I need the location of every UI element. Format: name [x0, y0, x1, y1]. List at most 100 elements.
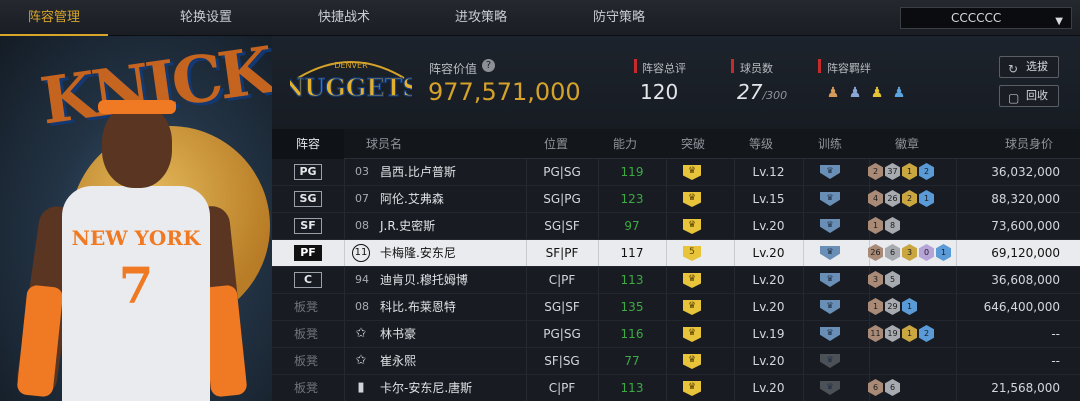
bond-icon-2[interactable]: ♟	[846, 84, 864, 102]
help-icon[interactable]: ?	[482, 59, 495, 72]
player-level: Lv.19	[752, 327, 785, 341]
player-position: SG|PG	[543, 192, 581, 206]
player-name[interactable]: 阿伦.艾弗森	[380, 186, 444, 212]
badge-hex-icon: 1	[919, 190, 934, 207]
slot-badge[interactable]: PG	[294, 164, 322, 180]
table-row[interactable]: PG 03 昌西.比卢普斯 PG|SG 119 ♛ Lv.12 ♛ 2 37 1 2 36,032,00…	[272, 159, 1080, 186]
column-divider	[666, 267, 667, 293]
table-row[interactable]: SF 08 J.R.史密斯 SG|SF 97 ♛ Lv.20 ♛ 1 8 73,600,000	[272, 213, 1080, 240]
breakthrough-crown-icon[interactable]: ♛	[683, 273, 701, 288]
badge-hex-icon: 3	[868, 271, 883, 288]
slot-badge[interactable]: PF	[294, 245, 322, 261]
slot-label: 板凳	[294, 354, 319, 368]
bond-icon-3[interactable]: ♟	[868, 84, 886, 102]
player-headband	[98, 100, 176, 114]
badge-hex-icon: 1	[902, 325, 917, 342]
column-divider	[344, 348, 345, 374]
training-icon[interactable]: ♛	[820, 327, 840, 341]
tab-offense-strategy[interactable]: 进攻策略	[441, 0, 521, 36]
player-name[interactable]: 卡尔-安东尼.唐斯	[380, 375, 472, 401]
player-salary: 646,400,000	[983, 300, 1060, 314]
training-icon[interactable]: ♛	[820, 192, 840, 206]
column-divider	[803, 375, 804, 401]
column-divider	[803, 240, 804, 266]
column-divider	[803, 267, 804, 293]
col-breakthrough: 突破	[680, 137, 705, 151]
bond-label: 阵容羁绊	[827, 62, 871, 75]
slot-label: 板凳	[294, 381, 319, 395]
app-window: 阵容管理 轮换设置 快捷战术 进攻策略 防守策略 CCCCCC ▼ KNICKS…	[0, 0, 1080, 401]
player-position: SF|SG	[544, 354, 580, 368]
training-icon[interactable]: ♛	[820, 354, 840, 368]
breakthrough-crown-icon[interactable]: ♛	[683, 192, 701, 207]
badge-hex-icon: 19	[885, 325, 900, 342]
player-name[interactable]: 昌西.比卢普斯	[380, 159, 456, 185]
jersey-number: 94	[355, 273, 369, 286]
table-row[interactable]: 板凳 ▮ 卡尔-安东尼.唐斯 C|PF 113 ♛ Lv.20 ♛ 6 6 21,568,000	[272, 375, 1080, 401]
team-select-value: CCCCCC	[951, 11, 1002, 25]
player-name[interactable]: J.R.史密斯	[380, 213, 435, 239]
overall-marker	[634, 59, 637, 73]
tab-quick-tactics[interactable]: 快捷战术	[304, 0, 384, 36]
player-level: Lv.20	[752, 381, 785, 395]
col-player-value: 球员身价	[1004, 137, 1053, 151]
player-name[interactable]: 卡梅隆.安东尼	[380, 240, 456, 266]
column-divider	[803, 321, 804, 347]
badge-hex-icon: 1	[902, 298, 917, 315]
table-row[interactable]: 板凳 ✩ 林书豪 PG|SG 116 ♛ Lv.19 ♛ 11 19 1 2 --	[272, 321, 1080, 348]
col-slot: 阵容	[272, 129, 344, 159]
training-icon[interactable]: ♛	[820, 165, 840, 179]
col-training: 训练	[817, 137, 842, 151]
team-select-dropdown[interactable]: CCCCCC ▼	[900, 7, 1072, 29]
badge-hex-icon: 26	[885, 190, 900, 207]
player-position: SG|SF	[544, 300, 580, 314]
tab-rotation-settings[interactable]: 轮换设置	[166, 0, 246, 36]
player-name[interactable]: 林书豪	[380, 321, 416, 347]
lineup-value-label: 阵容价值	[429, 62, 478, 76]
slot-badge[interactable]: SG	[294, 191, 322, 207]
player-jersey: NEW YORK 7	[62, 186, 210, 401]
table-row[interactable]: SG 07 阿伦.艾弗森 SG|PG 123 ♛ Lv.15 ♛ 4 26 2 1 88,320,000	[272, 186, 1080, 213]
breakthrough-crown-icon[interactable]: ♛	[683, 219, 701, 234]
training-icon[interactable]: ♛	[820, 219, 840, 233]
table-row[interactable]: C 94 迪肯贝.穆托姆博 C|PF 113 ♛ Lv.20 ♛ 3 5 36,608,000	[272, 267, 1080, 294]
jersey-number-badge: 11	[352, 244, 370, 262]
slot-badge[interactable]: SF	[294, 218, 322, 234]
breakthrough-crown-icon[interactable]: 5	[683, 246, 701, 261]
column-divider	[666, 348, 667, 374]
training-icon[interactable]: ♛	[820, 381, 840, 395]
col-name: 球员名	[365, 137, 402, 151]
bond-icon-4[interactable]: ♟	[890, 84, 908, 102]
player-position: PG|SG	[543, 327, 581, 341]
recycle-button[interactable]: ▢ 回收	[999, 85, 1059, 107]
breakthrough-crown-icon[interactable]: ♛	[683, 165, 701, 180]
column-divider	[666, 159, 667, 185]
bond-icon-1[interactable]: ♟	[824, 84, 842, 102]
select-player-button[interactable]: ↻ 选拔	[999, 56, 1059, 78]
badge-hex-icon: 4	[868, 190, 883, 207]
column-divider	[666, 294, 667, 320]
badge-hex-icon: 2	[919, 163, 934, 180]
player-name[interactable]: 崔永熙	[380, 348, 416, 374]
column-divider	[803, 159, 804, 185]
column-divider	[344, 240, 345, 266]
table-row[interactable]: PF 11 卡梅隆.安东尼 SF|PF 117 5 Lv.20 ♛ 26 6 3 0 1 69,120,0…	[272, 240, 1080, 267]
players-value: 27	[737, 80, 763, 104]
player-name[interactable]: 迪肯贝.穆托姆博	[380, 267, 468, 293]
slot-badge[interactable]: C	[294, 272, 322, 288]
table-row[interactable]: 板凳 08 科比.布莱恩特 SG|SF 135 ♛ Lv.20 ♛ 1 29 1 646,400,00…	[272, 294, 1080, 321]
player-level: Lv.20	[752, 354, 785, 368]
breakthrough-crown-icon[interactable]: ♛	[683, 300, 701, 315]
table-row[interactable]: 板凳 ✩ 崔永熙 SF|SG 77 ♛ Lv.20 ♛ --	[272, 348, 1080, 375]
tab-defense-strategy[interactable]: 防守策略	[579, 0, 659, 36]
breakthrough-crown-icon[interactable]: ♛	[683, 327, 701, 342]
breakthrough-crown-icon[interactable]: ♛	[683, 354, 701, 369]
training-icon[interactable]: ♛	[820, 300, 840, 314]
player-name[interactable]: 科比.布莱恩特	[380, 294, 456, 320]
training-icon[interactable]: ♛	[820, 273, 840, 287]
tab-lineup-management[interactable]: 阵容管理	[0, 0, 108, 36]
training-icon[interactable]: ♛	[820, 246, 840, 260]
player-portrait-panel: KNICKS NEW YORK 7	[0, 36, 272, 401]
breakthrough-crown-icon[interactable]: ♛	[683, 381, 701, 396]
player-level: Lv.20	[752, 246, 785, 260]
